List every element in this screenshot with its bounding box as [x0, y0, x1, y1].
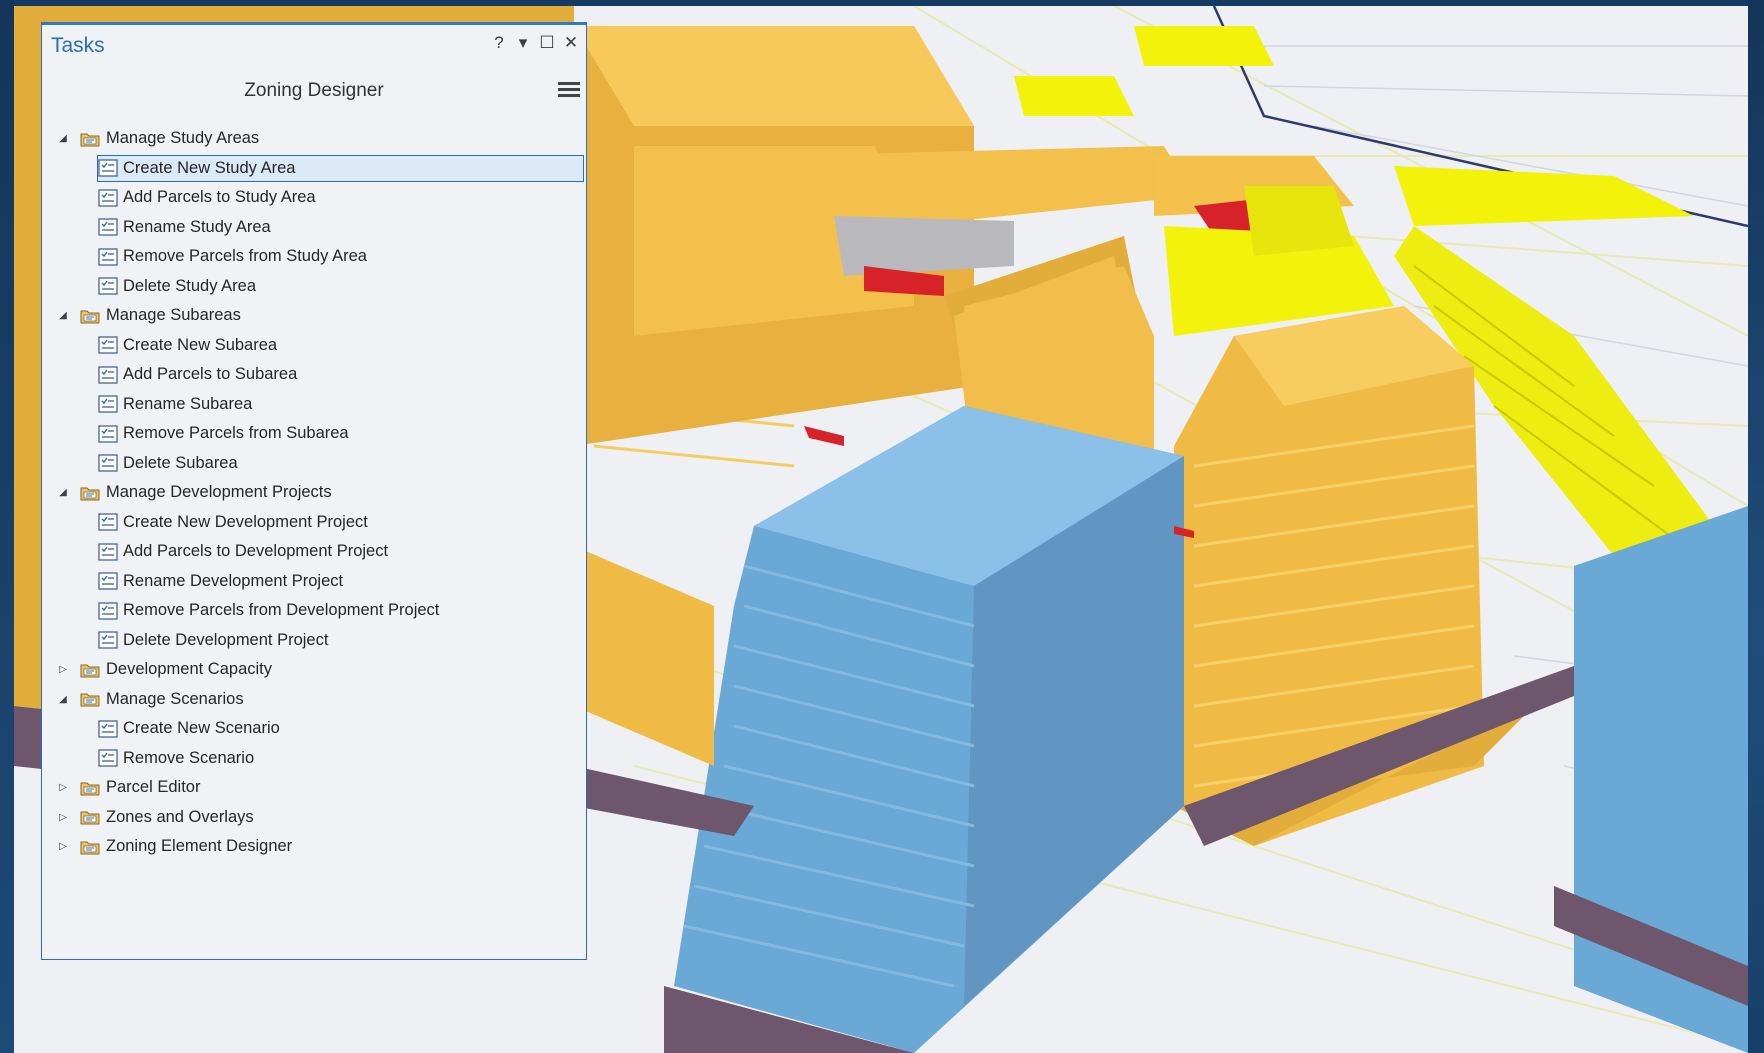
task-item-row[interactable]: Delete Development Project — [42, 626, 586, 656]
task-icon — [98, 248, 118, 266]
tree-item-label: Add Parcels to Study Area — [123, 188, 316, 207]
tree-item-label: Remove Parcels from Subarea — [123, 424, 349, 443]
tree-item-label: Add Parcels to Subarea — [123, 365, 298, 384]
tree-item-label: Create New Subarea — [123, 335, 278, 354]
tree-item-label: Add Parcels to Development Project — [123, 542, 389, 561]
task-group-row[interactable]: ◢ Manage Subareas — [42, 301, 586, 331]
task-group-row[interactable]: ◢ Manage Scenarios — [42, 685, 586, 715]
task-icon — [98, 454, 118, 472]
task-item-row[interactable]: Rename Development Project — [42, 567, 586, 597]
tree-item-label: Create New Scenario — [123, 719, 280, 738]
tree-item-label: Parcel Editor — [106, 778, 201, 797]
task-icon — [98, 159, 118, 177]
task-item-row[interactable]: Rename Study Area — [42, 213, 586, 243]
task-group-row[interactable]: ▷ Development Capacity — [42, 655, 586, 685]
task-item-row[interactable]: Remove Scenario — [42, 744, 586, 774]
pane-title: Tasks — [51, 34, 105, 57]
task-group-row[interactable]: ◢ Manage Study Areas — [42, 124, 586, 154]
task-item-row[interactable]: Add Parcels to Subarea — [42, 360, 586, 390]
hamburger-menu-icon[interactable] — [558, 80, 580, 100]
task-tree: ◢ Manage Study Areas Create New Study Area… — [42, 124, 586, 862]
collapse-arrow-icon[interactable]: ◢ — [52, 306, 74, 326]
tree-item-label: Zones and Overlays — [106, 807, 254, 826]
tree-item-label: Manage Scenarios — [106, 689, 244, 708]
task-group-row[interactable]: ▷ Parcel Editor — [42, 773, 586, 803]
task-item-row[interactable]: Create New Development Project — [42, 508, 586, 538]
task-icon — [98, 572, 118, 590]
task-group-icon — [80, 809, 100, 825]
task-item-row[interactable]: Remove Parcels from Development Project — [42, 596, 586, 626]
task-item-row[interactable]: Create New Study Area — [42, 154, 586, 184]
task-item-row[interactable]: Remove Parcels from Study Area — [42, 242, 586, 272]
close-icon[interactable]: ✕ — [562, 33, 580, 53]
task-group-icon — [80, 691, 100, 707]
tree-item-label: Remove Scenario — [123, 748, 255, 767]
task-group-icon — [80, 308, 100, 324]
task-icon — [98, 513, 118, 531]
task-item-row[interactable]: Delete Subarea — [42, 449, 586, 479]
task-item-row[interactable]: Delete Study Area — [42, 272, 586, 302]
tree-item-label: Create New Development Project — [123, 512, 368, 531]
maximize-icon[interactable]: ☐ — [538, 33, 556, 53]
tasks-pane: Tasks ? ▾ ☐ ✕ Zoning Designer ◢ Manage St… — [41, 22, 587, 960]
task-item-row[interactable]: Create New Scenario — [42, 714, 586, 744]
tree-item-label: Create New Study Area — [123, 158, 296, 177]
tree-item-label: Manage Development Projects — [106, 483, 332, 502]
tree-item-label: Delete Study Area — [123, 276, 256, 295]
tree-item-label: Manage Study Areas — [106, 129, 260, 148]
task-icon — [98, 218, 118, 236]
task-icon — [98, 395, 118, 413]
task-icon — [98, 720, 118, 738]
tree-item-label: Rename Study Area — [123, 217, 271, 236]
collapse-arrow-icon[interactable]: ◢ — [52, 483, 74, 503]
task-icon — [98, 602, 118, 620]
task-group-icon — [80, 131, 100, 147]
tree-item-label: Rename Subarea — [123, 394, 253, 413]
tree-item-label: Zoning Element Designer — [106, 837, 293, 856]
tree-item-label: Rename Development Project — [123, 571, 344, 590]
task-item-row[interactable]: Create New Subarea — [42, 331, 586, 361]
task-icon — [98, 277, 118, 295]
help-icon[interactable]: ? — [490, 33, 508, 53]
expand-arrow-icon[interactable]: ▷ — [52, 837, 74, 857]
task-group-icon — [80, 662, 100, 678]
task-item-row[interactable]: Remove Parcels from Subarea — [42, 419, 586, 449]
tree-item-label: Manage Subareas — [106, 306, 241, 325]
task-group-icon — [80, 780, 100, 796]
task-icon — [98, 749, 118, 767]
task-project-title: Zoning Designer — [244, 80, 384, 101]
tree-item-label: Remove Parcels from Study Area — [123, 247, 367, 266]
task-icon — [98, 631, 118, 649]
collapse-arrow-icon[interactable]: ◢ — [52, 689, 74, 709]
task-icon — [98, 425, 118, 443]
task-item-row[interactable]: Add Parcels to Development Project — [42, 537, 586, 567]
tree-item-label: Delete Development Project — [123, 630, 329, 649]
pane-controls: ? ▾ ☐ ✕ — [490, 33, 580, 53]
expand-arrow-icon[interactable]: ▷ — [52, 778, 74, 798]
task-group-icon — [80, 485, 100, 501]
task-icon — [98, 366, 118, 384]
task-group-row[interactable]: ◢ Manage Development Projects — [42, 478, 586, 508]
window-right-border — [1748, 0, 1764, 1053]
task-icon — [98, 189, 118, 207]
window-left-border — [0, 0, 14, 1053]
tree-item-label: Remove Parcels from Development Project — [123, 601, 440, 620]
expand-arrow-icon[interactable]: ▷ — [52, 660, 74, 680]
task-icon — [98, 336, 118, 354]
task-group-row[interactable]: ▷ Zones and Overlays — [42, 803, 586, 833]
task-item-row[interactable]: Add Parcels to Study Area — [42, 183, 586, 213]
collapse-arrow-icon[interactable]: ◢ — [52, 129, 74, 149]
expand-arrow-icon[interactable]: ▷ — [52, 807, 74, 827]
task-group-row[interactable]: ▷ Zoning Element Designer — [42, 832, 586, 862]
tree-item-label: Delete Subarea — [123, 453, 238, 472]
task-icon — [98, 543, 118, 561]
tree-item-label: Development Capacity — [106, 660, 272, 679]
task-group-icon — [80, 839, 100, 855]
task-item-row[interactable]: Rename Subarea — [42, 390, 586, 420]
dropdown-icon[interactable]: ▾ — [514, 33, 532, 53]
